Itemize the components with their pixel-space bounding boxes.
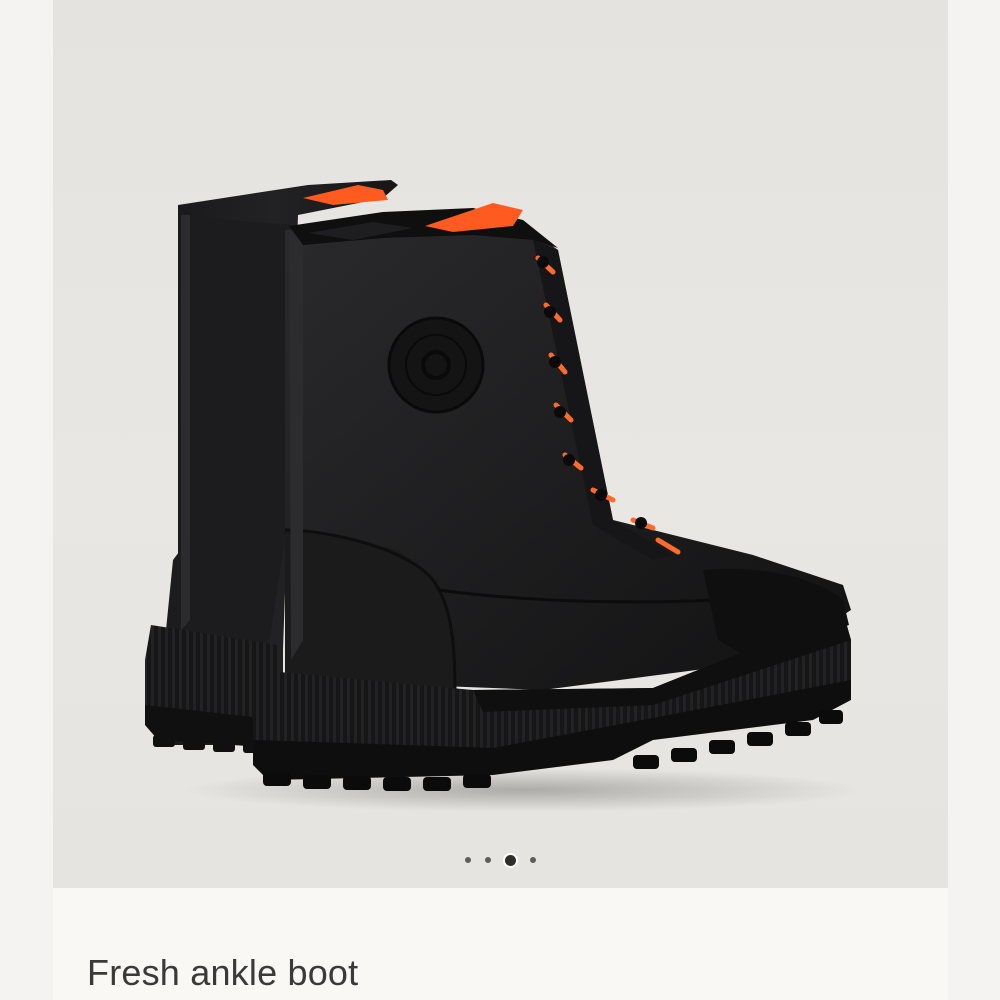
carousel-dot-2[interactable] <box>485 857 491 863</box>
carousel-dot-4[interactable] <box>530 857 536 863</box>
front-boot <box>253 203 851 791</box>
carousel-pagination <box>53 852 948 868</box>
product-image-carousel[interactable] <box>53 0 948 888</box>
left-margin <box>0 0 53 1000</box>
carousel-dot-1[interactable] <box>465 857 471 863</box>
product-image <box>145 180 863 812</box>
hermes-seal-logo <box>387 316 485 414</box>
product-page: Fresh ankle boot <box>53 0 948 1000</box>
product-title: Fresh ankle boot <box>87 952 359 993</box>
carousel-dot-3-active[interactable] <box>505 854 516 866</box>
right-margin <box>948 0 1000 1000</box>
